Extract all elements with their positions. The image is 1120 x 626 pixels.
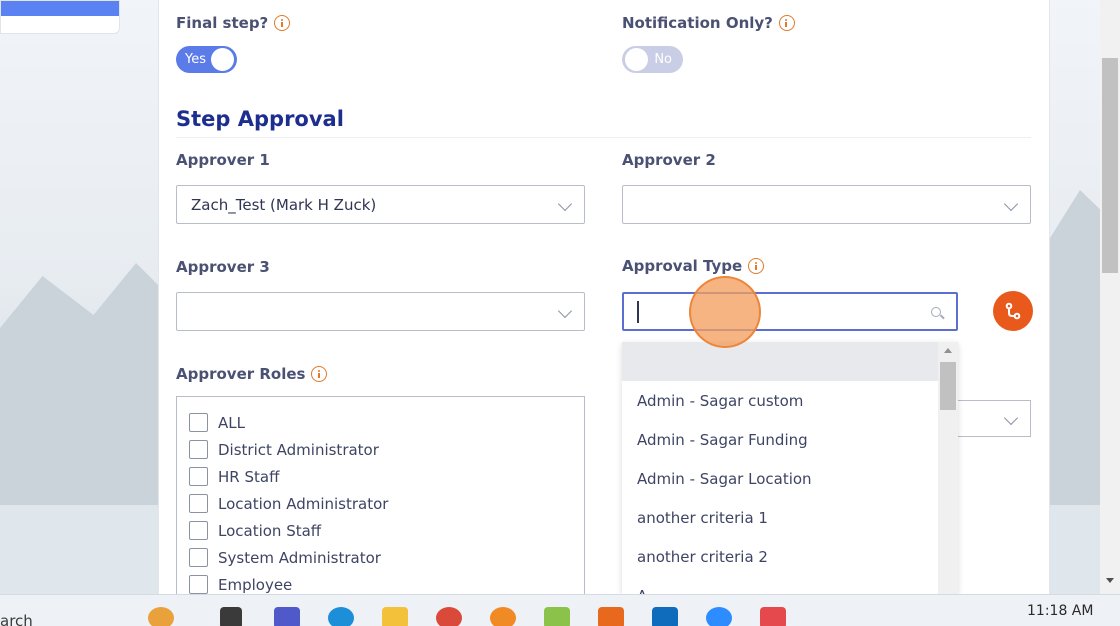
edge-icon[interactable] bbox=[328, 607, 354, 626]
dropdown-option[interactable]: Admin - Sagar custom bbox=[622, 381, 938, 420]
checkbox[interactable] bbox=[189, 521, 208, 540]
chevron-down-icon bbox=[1003, 196, 1019, 212]
app-icon[interactable] bbox=[544, 607, 570, 626]
info-icon[interactable] bbox=[748, 258, 765, 274]
dropdown-option[interactable]: A bbox=[622, 576, 938, 595]
info-icon[interactable] bbox=[778, 15, 795, 31]
teams-icon[interactable] bbox=[274, 607, 300, 626]
notification-only-label: Notification Only? bbox=[622, 14, 795, 32]
role-option[interactable]: ALL bbox=[189, 413, 245, 432]
dropdown-option-empty[interactable] bbox=[622, 342, 938, 381]
approval-type-label: Approval Type bbox=[622, 257, 765, 275]
text-caret bbox=[637, 301, 639, 323]
approver3-select[interactable] bbox=[176, 292, 585, 331]
search-icon bbox=[931, 307, 941, 317]
firefox-icon[interactable] bbox=[490, 607, 516, 626]
approver1-select[interactable]: Zach_Test (Mark H Zuck) bbox=[176, 185, 585, 224]
section-title: Step Approval bbox=[176, 107, 344, 131]
taskbar: arch 11:18 AM bbox=[0, 594, 1120, 626]
checkbox[interactable] bbox=[189, 548, 208, 567]
approver-roles-label: Approver Roles bbox=[176, 365, 328, 383]
app-icon[interactable] bbox=[760, 607, 786, 626]
role-option[interactable]: Location Administrator bbox=[189, 494, 388, 513]
approval-type-dropdown: Admin - Sagar custom Admin - Sagar Fundi… bbox=[622, 342, 958, 594]
checkbox[interactable] bbox=[189, 575, 208, 594]
widgets-icon[interactable] bbox=[148, 607, 174, 626]
outlook-icon[interactable] bbox=[652, 607, 678, 626]
file-explorer-icon[interactable] bbox=[382, 607, 408, 626]
chevron-down-icon bbox=[1003, 410, 1019, 426]
dropdown-scrollbar[interactable] bbox=[938, 342, 958, 594]
notification-only-toggle[interactable]: No bbox=[622, 46, 683, 73]
scrollbar-thumb[interactable] bbox=[940, 362, 956, 410]
scrollbar-thumb[interactable] bbox=[1102, 58, 1118, 273]
page-scrollbar[interactable] bbox=[1100, 0, 1120, 594]
dropdown-option[interactable]: Admin - Sagar Location bbox=[622, 459, 938, 498]
checkbox[interactable] bbox=[189, 467, 208, 486]
clock[interactable]: 11:18 AM bbox=[1027, 603, 1093, 619]
info-icon[interactable] bbox=[274, 15, 291, 31]
scroll-down-icon[interactable] bbox=[1106, 578, 1114, 583]
toggle-knob bbox=[625, 48, 648, 71]
final-step-label: Final step? bbox=[176, 14, 291, 32]
chevron-down-icon bbox=[557, 196, 573, 212]
approval-type-search-input[interactable] bbox=[622, 292, 958, 331]
approver1-label: Approver 1 bbox=[176, 151, 270, 169]
approver3-label: Approver 3 bbox=[176, 258, 270, 276]
taskbar-search[interactable]: arch bbox=[0, 612, 33, 626]
approver-roles-list: ALL District Administrator HR Staff Loca… bbox=[176, 396, 585, 606]
click-indicator bbox=[689, 276, 761, 348]
checkbox[interactable] bbox=[189, 440, 208, 459]
role-option[interactable]: HR Staff bbox=[189, 467, 279, 486]
toggle-knob bbox=[211, 48, 234, 71]
app-icon[interactable] bbox=[598, 607, 624, 626]
chevron-down-icon bbox=[557, 303, 573, 319]
role-option[interactable]: System Administrator bbox=[189, 548, 381, 567]
hidden-select[interactable] bbox=[958, 400, 1031, 437]
approver2-label: Approver 2 bbox=[622, 151, 716, 169]
dropdown-option[interactable]: another criteria 2 bbox=[622, 537, 938, 576]
scroll-up-icon[interactable] bbox=[944, 348, 952, 353]
chrome-icon[interactable] bbox=[436, 607, 462, 626]
final-step-toggle[interactable]: Yes bbox=[176, 46, 237, 73]
checkbox[interactable] bbox=[189, 494, 208, 513]
section-divider bbox=[176, 137, 1031, 138]
zoom-icon[interactable] bbox=[706, 607, 732, 626]
workflow-branch-button[interactable] bbox=[993, 291, 1033, 331]
role-option[interactable]: Employee bbox=[189, 575, 292, 594]
previous-card bbox=[0, 0, 120, 34]
dropdown-option[interactable]: another criteria 1 bbox=[622, 498, 938, 537]
task-view-icon[interactable] bbox=[220, 607, 242, 626]
checkbox[interactable] bbox=[189, 413, 208, 432]
role-option[interactable]: Location Staff bbox=[189, 521, 321, 540]
role-option[interactable]: District Administrator bbox=[189, 440, 379, 459]
branch-icon bbox=[1005, 302, 1021, 320]
dropdown-option[interactable]: Admin - Sagar Funding bbox=[622, 420, 938, 459]
info-icon[interactable] bbox=[311, 366, 328, 382]
approver2-select[interactable] bbox=[622, 185, 1031, 224]
